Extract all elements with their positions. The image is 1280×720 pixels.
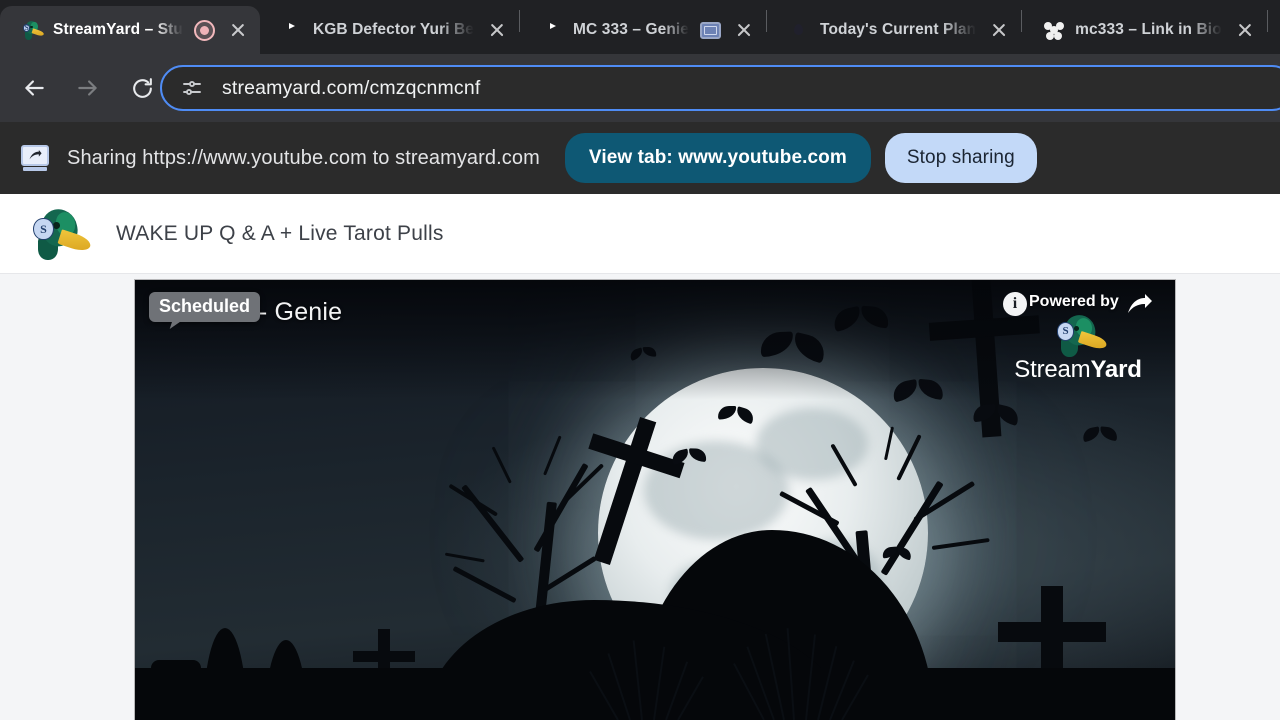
streamyard-watermark: i Powered by S StreamYard (1003, 292, 1153, 384)
site-settings-icon[interactable] (180, 76, 204, 100)
gold-circle-icon (789, 20, 809, 40)
bat (1083, 427, 1118, 441)
tab-separator (1266, 10, 1268, 32)
screen-share-icon (20, 145, 50, 171)
address-bar-url: streamyard.com/cmzqcnmcnf (222, 76, 481, 99)
sharing-message: Sharing https://www.youtube.com to strea… (67, 146, 540, 169)
page-title: WAKE UP Q & A + Live Tarot Pulls (116, 221, 444, 245)
tab-close-icon[interactable] (732, 18, 756, 42)
browser-tab-todays-current-plan[interactable]: Today's Current Plan (767, 6, 1021, 54)
streamyard-duck-icon: S (22, 20, 45, 40)
tab-close-icon[interactable] (987, 18, 1011, 42)
arrow-right-icon (78, 80, 97, 96)
reload-icon (132, 77, 152, 98)
browser-tab-mc333-link-in-bio[interactable]: mc333 – Link in Bio (1022, 6, 1267, 54)
tab-title: StreamYard – Stu (53, 21, 183, 38)
powered-by-label: Powered by (1029, 293, 1119, 310)
grass-tuft (589, 640, 723, 720)
info-icon[interactable]: i (1003, 292, 1027, 316)
tab-title: mc333 – Link in Bio (1075, 21, 1222, 38)
linktree-clover-icon (1044, 21, 1065, 40)
tab-recording-indicator-icon[interactable] (193, 19, 215, 41)
streamyard-duck-logo: S (30, 205, 94, 262)
reload-button[interactable] (120, 66, 164, 110)
browser-toolbar: streamyard.com/cmzqcnmcnf (0, 54, 1280, 122)
arrow-left-icon (25, 80, 44, 96)
page-header: S WAKE UP Q & A + Live Tarot Pulls (0, 194, 1280, 274)
status-badge: Scheduled (149, 292, 261, 322)
browser-chrome: S StreamYard – Stu KGB Defector Yuri Be … (0, 0, 1280, 194)
screen-sharing-bar: Sharing https://www.youtube.com to strea… (0, 122, 1280, 194)
tab-strip: S StreamYard – Stu KGB Defector Yuri Be … (0, 0, 1280, 54)
streamyard-wordmark: StreamYard (1014, 356, 1142, 384)
forward-button[interactable] (66, 66, 110, 110)
view-tab-button[interactable]: View tab: www.youtube.com (564, 133, 871, 183)
share-arrow-icon[interactable] (1127, 293, 1153, 315)
browser-tab-mc333-genie[interactable]: MC 333 – Genie (520, 6, 766, 54)
wordmark-yard: Yard (1090, 356, 1142, 383)
picture-in-picture-icon[interactable] (700, 21, 722, 39)
tab-close-icon[interactable] (485, 18, 509, 42)
browser-tab-streamyard[interactable]: S StreamYard – Stu (0, 6, 260, 54)
tab-title: MC 333 – Genie (573, 21, 690, 38)
back-button[interactable] (12, 66, 56, 110)
streamyard-duck-logo: S (1054, 311, 1108, 358)
tab-title: Today's Current Plan (820, 21, 977, 38)
browser-tab-kgb-defector[interactable]: KGB Defector Yuri Be (260, 6, 519, 54)
share-arrow-glyph (1128, 294, 1152, 313)
tab-title: KGB Defector Yuri Be (312, 21, 475, 38)
tab-close-icon[interactable] (1233, 18, 1257, 42)
tab-close-icon[interactable] (226, 18, 250, 42)
address-bar[interactable]: streamyard.com/cmzqcnmcnf (160, 65, 1280, 111)
streamyard-page: S WAKE UP Q & A + Live Tarot Pulls - Gen… (0, 194, 1280, 720)
grass-tuft (733, 628, 879, 720)
youtube-icon (542, 20, 562, 40)
youtube-icon (282, 20, 302, 40)
video-preview[interactable]: MC 333 - Genie Scheduled i Powered by S … (135, 280, 1175, 720)
share-arrow-glyph (29, 150, 42, 160)
stop-sharing-button[interactable]: Stop sharing (884, 133, 1037, 183)
bat (883, 547, 912, 560)
wordmark-stream: Stream (1014, 356, 1091, 383)
